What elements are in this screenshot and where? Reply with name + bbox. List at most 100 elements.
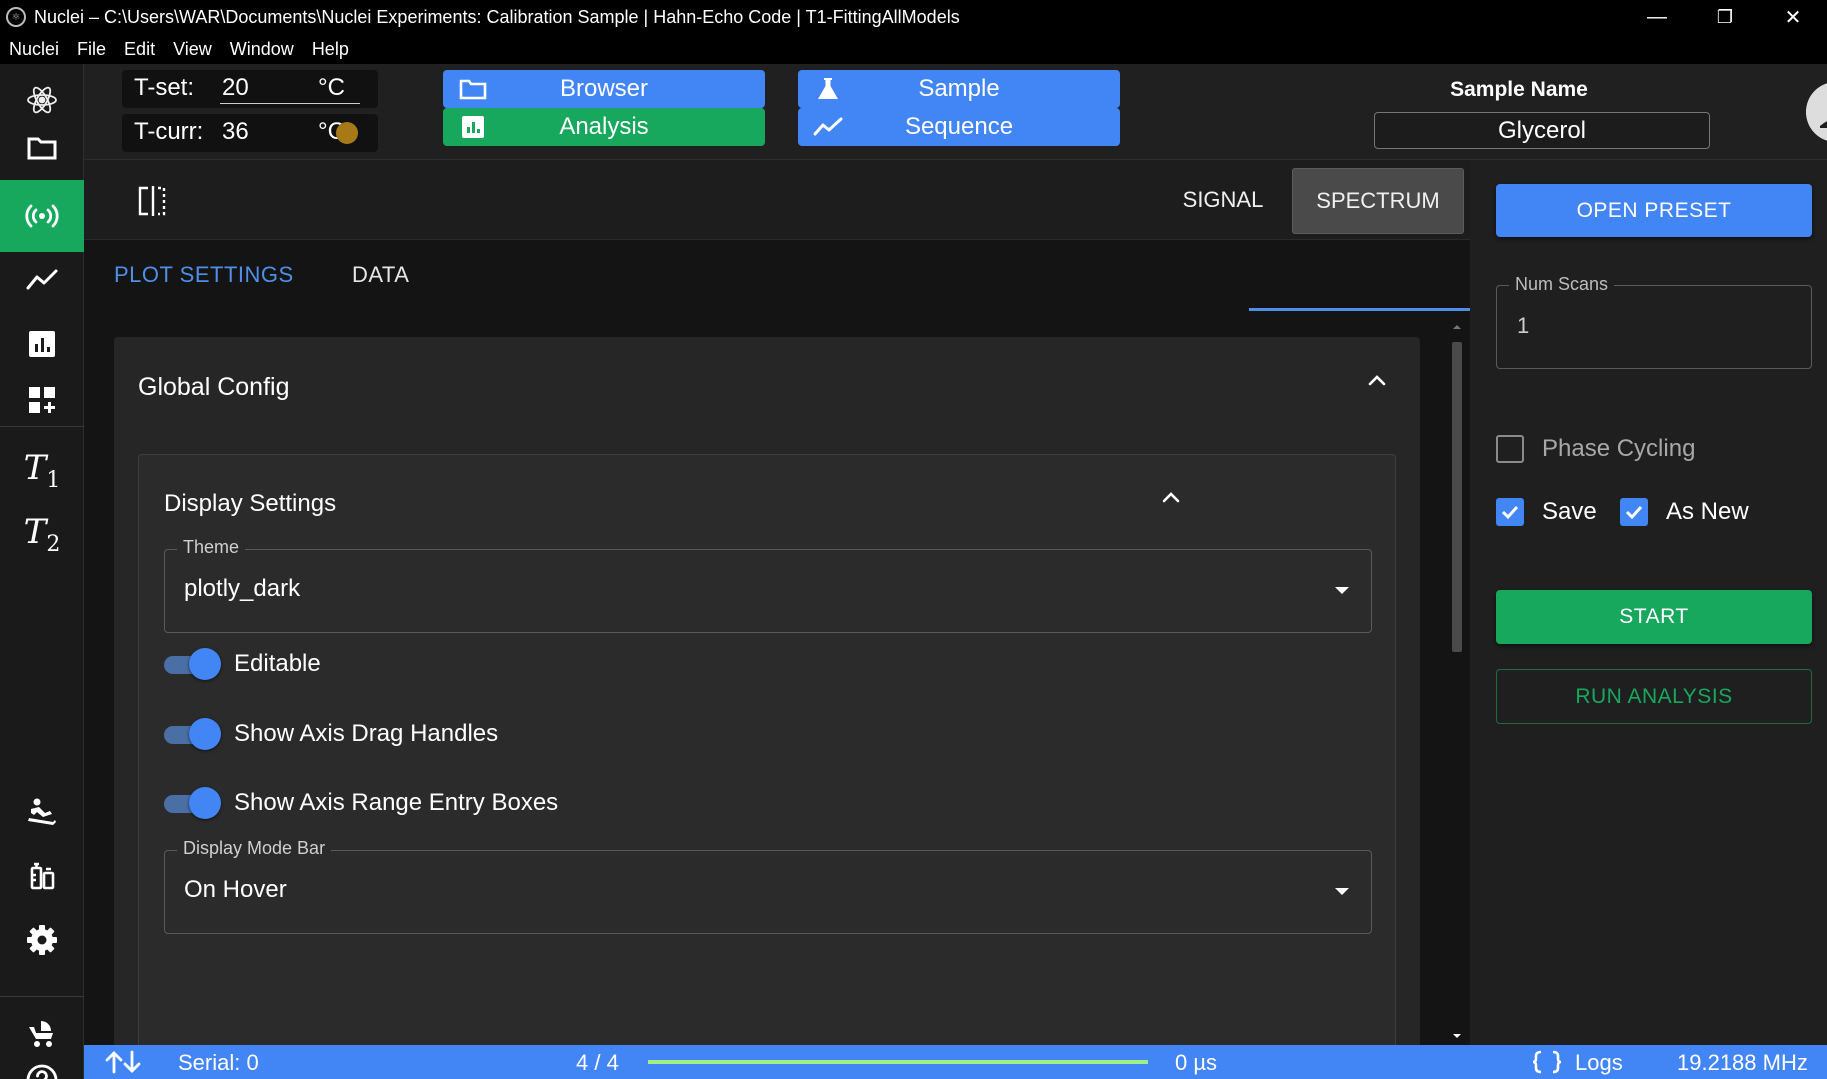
num-scans-field[interactable]: Num Scans 1 [1496,274,1812,369]
sidebar-item-help[interactable] [0,1060,84,1079]
tset-value[interactable]: 20 [222,74,249,102]
sample-name-label: Sample Name [1450,78,1588,101]
menu-window[interactable]: Window [230,39,294,60]
axis-range-switch-knob[interactable] [189,787,221,819]
phase-cycling-label: Phase Cycling [1542,435,1696,462]
tset-label: T-set: [134,74,195,101]
chevron-up-icon[interactable] [1159,486,1183,510]
sidebar-item-settings[interactable] [0,904,84,976]
editable-label: Editable [234,650,321,677]
phase-cycling-checkbox[interactable] [1496,435,1524,463]
menu-edit[interactable]: Edit [124,39,155,60]
tab-plot-settings[interactable]: PLOT SETTINGS [114,262,294,288]
global-config-card: Global Config Display Settings Theme plo… [114,337,1420,1057]
bar-chart-icon [457,113,489,141]
help-icon [26,1064,58,1079]
bar-chart-icon [29,331,55,357]
as-new-checkbox[interactable] [1620,498,1648,526]
theme-select[interactable]: Theme plotly_dark [164,537,1372,633]
as-new-label: As New [1666,498,1749,525]
line-chart-icon [812,113,844,141]
num-scans-label: Num Scans [1509,274,1615,295]
menu-view[interactable]: View [173,39,212,60]
menu-file[interactable]: File [77,39,106,60]
chevron-up-icon[interactable] [1365,369,1389,393]
save-label: Save [1542,498,1597,525]
sequence-button[interactable]: Sequence [798,108,1120,146]
tab-signal[interactable]: SIGNAL [1158,170,1288,230]
sample-button-label: Sample [918,75,1000,102]
mode-bar-label: Display Mode Bar [177,838,332,859]
plot-panel: SIGNAL SPECTRUM PLOT SETTINGS DATA Globa… [84,160,1470,1057]
progress-bar [648,1060,1148,1064]
run-panel: OPEN PRESET Num Scans 1 Phase Cycling Sa… [1470,160,1827,1045]
sledding-icon [28,798,56,825]
scroll-thumb[interactable] [1452,342,1462,652]
browser-button-label: Browser [559,75,649,102]
temperature-set-box: T-set: 20 °C [122,70,378,108]
t2-icon: T2 [23,511,61,557]
as-new-checkbox-row[interactable]: As New [1620,494,1749,530]
menu-nuclei[interactable]: Nuclei [9,39,59,60]
sidebar-item-samples[interactable] [0,840,84,912]
avatar[interactable] [1806,82,1827,142]
plot-toolbar: SIGNAL SPECTRUM [84,160,1470,240]
line-chart-icon [26,269,58,290]
close-button[interactable]: ✕ [1759,0,1827,34]
scroll-down-icon[interactable] [1451,1031,1463,1041]
sequence-button-label: Sequence [904,113,1014,140]
theme-label: Theme [177,537,246,558]
vaccine-icon [30,862,55,890]
save-checkbox-row[interactable]: Save [1496,494,1597,530]
analysis-button-label: Analysis [559,113,649,140]
logs-button[interactable]: Logs [1575,1050,1623,1076]
tset-underline [220,103,360,104]
header: T-set: 20 °C T-curr: 36 °C Browser Sampl… [84,64,1827,160]
scroll-up-icon[interactable] [1451,322,1463,332]
sample-name-input[interactable]: Glycerol [1374,112,1710,149]
elapsed-time: 0 µs [1175,1050,1218,1075]
tcurr-value: 36 [222,118,249,145]
sidebar-divider [0,996,84,997]
editable-switch-knob[interactable] [189,648,221,680]
frequency-readout: 19.2188 MHz [1677,1050,1808,1075]
save-checkbox[interactable] [1496,498,1524,526]
open-preset-button[interactable]: OPEN PRESET [1496,184,1812,237]
dashboard-add-icon [29,387,55,413]
menu-help[interactable]: Help [312,39,349,60]
tab-spectrum[interactable]: SPECTRUM [1292,168,1464,234]
tcurr-label: T-curr: [134,118,204,145]
mode-bar-select[interactable]: Display Mode Bar On Hover [164,838,1372,934]
minimize-button[interactable]: — [1623,0,1691,34]
t1-icon: T1 [23,447,61,493]
display-settings-title[interactable]: Display Settings [164,490,336,518]
braces-icon[interactable] [1532,1050,1562,1074]
sidebar-item-signal[interactable] [0,180,84,252]
user-icon [1806,83,1827,141]
restore-button[interactable]: ❐ [1691,0,1759,34]
sidebar-item-sled[interactable] [0,776,84,848]
split-panel-icon[interactable] [136,184,168,218]
run-analysis-button[interactable]: RUN ANALYSIS [1496,669,1812,724]
sidebar-item-trends[interactable] [0,244,84,316]
sidebar-item-t2[interactable]: T2 [0,498,84,570]
signal-broadcast-icon [25,204,59,228]
sidebar-item-t1[interactable]: T1 [0,434,84,506]
scrollbar[interactable] [1448,320,1466,1045]
phase-cycling-checkbox-row[interactable]: Phase Cycling [1496,431,1695,467]
axis-drag-switch-knob[interactable] [189,718,221,750]
global-config-title[interactable]: Global Config [138,373,289,402]
browser-button[interactable]: Browser [443,70,765,108]
num-scans-value[interactable]: 1 [1517,313,1529,339]
analysis-button[interactable]: Analysis [443,108,765,146]
folder-icon [457,75,489,103]
start-button[interactable]: START [1496,590,1812,644]
sample-button[interactable]: Sample [798,70,1120,108]
temperature-status-indicator [336,122,358,144]
tab-data[interactable]: DATA [352,262,409,288]
sidebar-item-files[interactable] [0,112,84,184]
sidebar-item-widgets[interactable] [0,364,84,436]
tset-unit: °C [318,74,345,101]
settings-scroll-area[interactable]: Global Config Display Settings Theme plo… [84,310,1470,1057]
sort-arrows-icon[interactable] [104,1050,144,1074]
